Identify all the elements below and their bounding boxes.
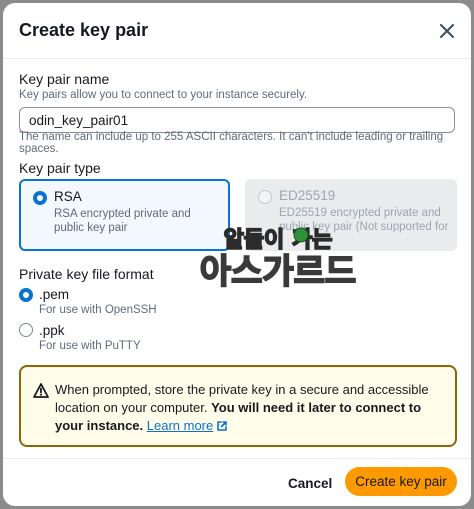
modal-title: Create key pair bbox=[19, 20, 149, 40]
rsa-radio[interactable] bbox=[33, 191, 47, 205]
modal-header: Create key pair bbox=[3, 3, 471, 59]
key-pair-type-label: Key pair type bbox=[19, 160, 101, 176]
warning-icon bbox=[33, 383, 49, 398]
ppk-radio[interactable] bbox=[19, 323, 33, 337]
key-pair-name-description: Key pairs allow you to connect to your i… bbox=[19, 89, 308, 101]
pem-description: For use with OpenSSH bbox=[39, 304, 157, 316]
warning-alert: When prompted, store the private key in … bbox=[19, 365, 457, 447]
key-pair-name-constraint: The name can include up to 255 ASCII cha… bbox=[19, 131, 444, 155]
external-link-icon bbox=[217, 421, 228, 431]
ed25519-radio bbox=[258, 190, 272, 204]
file-format-label: Private key file format bbox=[19, 266, 154, 282]
cancel-button[interactable]: Cancel bbox=[278, 471, 342, 495]
pem-title[interactable]: .pem bbox=[39, 287, 69, 302]
pem-radio[interactable] bbox=[19, 288, 33, 302]
modal-footer: Cancel Create key pair bbox=[3, 458, 471, 506]
learn-more-link[interactable]: Learn more bbox=[147, 418, 228, 433]
key-pair-name-input[interactable]: odin_key_pair01 bbox=[19, 107, 455, 133]
create-key-pair-button[interactable]: Create key pair bbox=[345, 467, 457, 496]
warning-text: When prompted, store the private key in … bbox=[55, 381, 445, 435]
key-pair-name-value: odin_key_pair01 bbox=[29, 112, 129, 128]
rsa-title: RSA bbox=[54, 189, 82, 204]
create-key-pair-modal: Create key pair Key pair name Key pairs … bbox=[3, 3, 471, 506]
ppk-title[interactable]: .ppk bbox=[39, 323, 65, 338]
ed25519-title: ED25519 bbox=[279, 188, 336, 203]
close-button[interactable] bbox=[435, 19, 459, 43]
key-pair-name-label: Key pair name bbox=[19, 71, 110, 87]
ppk-description: For use with PuTTY bbox=[39, 340, 141, 352]
close-icon bbox=[440, 24, 454, 38]
watermark-logo: 알들이 가는 아스가르드 bbox=[199, 227, 357, 291]
svg-text:알들이 가는: 알들이 가는 bbox=[224, 228, 333, 253]
svg-text:아스가르드: 아스가르드 bbox=[200, 252, 356, 291]
learn-more-text: Learn more bbox=[146, 418, 214, 433]
